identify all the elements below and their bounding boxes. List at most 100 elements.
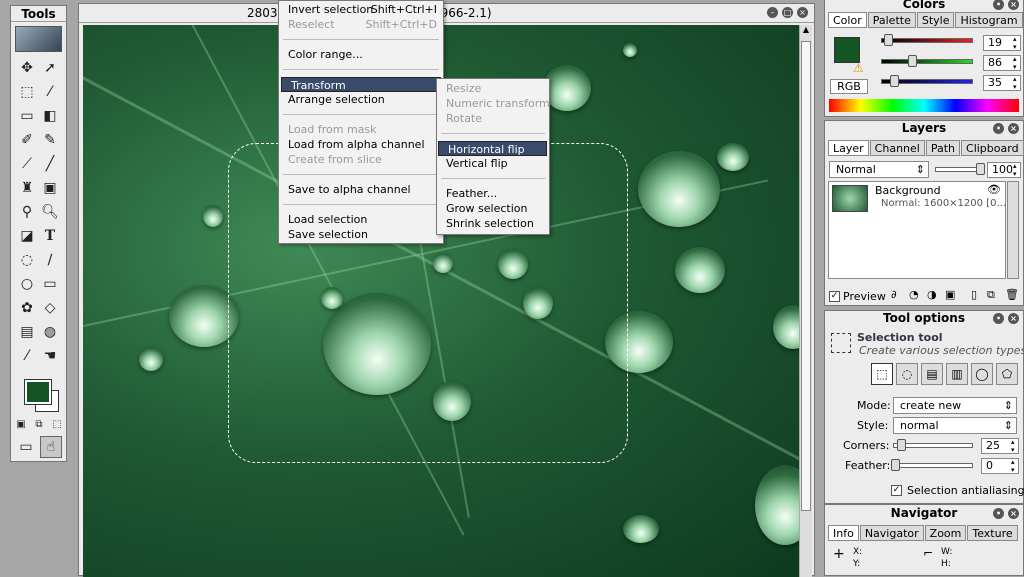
blue-value[interactable]: 35 [983,75,1021,91]
menu-shrink-selection[interactable]: Shrink selection [437,216,549,231]
zoom-icon[interactable]: 🔍︎ [39,201,61,223]
minimize-icon[interactable]: – [767,7,778,18]
tab-histogram[interactable]: Histogram [955,12,1023,28]
menu-color-range[interactable]: Color range... [279,47,443,62]
text-tool-icon[interactable]: T [39,225,61,247]
screen-mode-icon[interactable]: ▭ [15,436,37,458]
rgb-mode-button[interactable]: RGB [830,79,868,94]
green-slider-knob[interactable] [908,55,917,67]
line-icon[interactable]: ╱ [39,153,61,175]
gradient-icon[interactable]: ◪ [16,225,38,247]
red-value[interactable]: 19 [983,35,1021,51]
menu-load-from-mask[interactable]: Load from mask [279,122,443,137]
tab-info[interactable]: Info [828,525,859,541]
panel-close-icon[interactable]: × [1008,508,1019,519]
new-layer-icon[interactable]: ▯ [971,288,977,301]
panel-menu-icon[interactable]: • [993,0,1004,10]
pointer-tool-icon[interactable]: ➚ [39,57,61,79]
quickmask-icon[interactable]: ▣ [13,416,29,432]
corners-value[interactable]: 25 [981,438,1019,454]
pen-icon[interactable]: ✎ [39,129,61,151]
tab-texture[interactable]: Texture [967,525,1018,541]
menu-feather[interactable]: Feather... [437,186,549,201]
scroll-up-icon[interactable]: ▲ [800,25,812,37]
ellipse-icon[interactable]: ○ [16,273,38,295]
menu-grow-selection[interactable]: Grow selection [437,201,549,216]
lasso-icon[interactable]: ◌ [16,249,38,271]
pencil-icon[interactable]: ⟋ [16,153,38,175]
menu-invert-selection[interactable]: Invert selection Shift+Ctrl+I [279,2,443,17]
path-icon[interactable]: ∕ [39,249,61,271]
polygon-select-mode-icon[interactable]: ⬠ [996,363,1018,385]
tab-layer[interactable]: Layer [828,140,869,156]
panel-menu-icon[interactable]: • [993,508,1004,519]
brush-icon[interactable]: ✐ [16,129,38,151]
eyedropper-icon[interactable]: ⚲ [16,201,38,223]
layer-name[interactable]: Background [875,184,941,197]
smudge-icon[interactable]: ⁄ [16,345,38,367]
red-slider[interactable] [881,38,973,43]
menu-horizontal-flip[interactable]: Horizontal flip [438,141,547,156]
color-spectrum[interactable] [829,99,1019,112]
magic-wand-icon[interactable]: ⁄ [39,81,61,103]
maximize-icon[interactable]: □ [782,7,793,18]
rect-select-tool-icon[interactable]: ⬚ [16,81,38,103]
brush-preview-icon[interactable]: ◔ [909,288,919,301]
menu-numeric-transform[interactable]: Numeric transform [437,96,550,111]
green-slider[interactable] [881,59,973,64]
ellipse-select-mode-icon[interactable]: ◌ [896,363,918,385]
mask-icon[interactable]: ▣ [945,288,955,301]
tab-navigator[interactable]: Navigator [859,525,924,541]
warp-icon[interactable]: ◇ [39,297,61,319]
tab-path[interactable]: Path [925,140,961,156]
rectangle-icon[interactable]: ▭ [39,273,61,295]
tab-style[interactable]: Style [916,12,955,28]
panel-menu-icon[interactable]: • [993,313,1004,324]
bucket-icon[interactable]: ▣ [39,177,61,199]
menu-reselect[interactable]: Reselect Shift+Ctrl+D [279,17,443,32]
layer-list-scrollbar[interactable] [1007,181,1019,279]
panel-close-icon[interactable]: × [1008,123,1019,134]
menu-save-to-alpha[interactable]: Save to alpha channel [279,182,443,197]
panel-menu-icon[interactable]: • [993,123,1004,134]
foreground-color-swatch[interactable] [24,379,52,405]
vertical-scrollbar[interactable]: ▲ [799,25,812,577]
rect-select-mode-icon[interactable]: ⬚ [871,363,893,385]
delete-layer-icon[interactable]: 🗑︎ [1005,288,1019,301]
column-select-mode-icon[interactable]: ▥ [946,363,968,385]
tab-color[interactable]: Color [828,12,867,28]
menu-load-selection[interactable]: Load selection [279,212,443,227]
antialias-checkbox[interactable]: ✓ [891,485,902,496]
lasso-select-mode-icon[interactable]: ◯ [971,363,993,385]
link-icon[interactable]: ∂ [891,288,897,301]
menu-rotate[interactable]: Rotate [437,111,549,126]
close-icon[interactable]: × [797,7,808,18]
color-swatch[interactable] [834,37,860,63]
blue-slider-knob[interactable] [890,75,899,87]
contrast-icon[interactable]: ◑ [927,288,937,301]
copy-icon[interactable]: ⧉ [31,416,47,432]
menu-load-from-alpha[interactable]: Load from alpha channel [279,137,443,152]
preview-checkbox[interactable]: ✓ [829,291,840,302]
tab-palette[interactable]: Palette [867,12,916,28]
feather-value[interactable]: 0 [981,458,1019,474]
scrollbar-thumb[interactable] [801,41,811,511]
visibility-icon[interactable]: 👁︎ [987,183,1001,196]
shape-icon[interactable]: ✿ [16,297,38,319]
note-icon[interactable]: ▤ [16,321,38,343]
eraser-icon[interactable]: ▭ [16,105,38,127]
layer-thumbnail[interactable] [832,185,868,212]
green-value[interactable]: 86 [983,55,1021,71]
move-tool-icon[interactable]: ✥ [16,57,38,79]
opacity-value[interactable]: 100 [987,162,1021,178]
spray-icon[interactable]: ♜ [16,177,38,199]
red-slider-knob[interactable] [884,34,893,46]
menu-save-selection[interactable]: Save selection [279,227,443,242]
tab-channel[interactable]: Channel [869,140,925,156]
panel-close-icon[interactable]: × [1008,0,1019,10]
menu-create-from-slice[interactable]: Create from slice [279,152,443,167]
menu-vertical-flip[interactable]: Vertical flip [437,156,549,171]
opacity-slider-knob[interactable] [976,163,985,175]
row-select-mode-icon[interactable]: ▤ [921,363,943,385]
tab-clipboard[interactable]: Clipboard [961,140,1024,156]
